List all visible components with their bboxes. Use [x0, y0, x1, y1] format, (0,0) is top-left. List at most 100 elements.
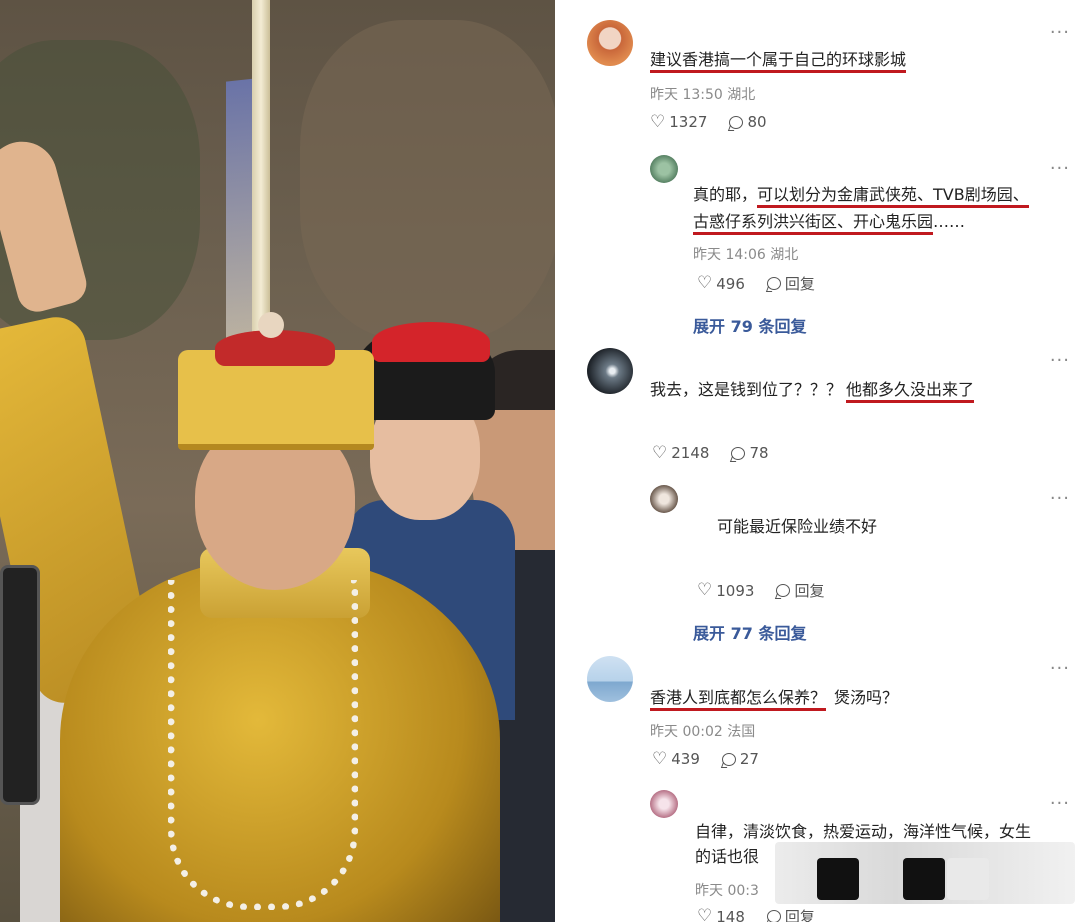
comment-text: 香港人到底都怎么保养？ 煲汤吗？: [650, 684, 898, 712]
avatar[interactable]: [587, 348, 633, 394]
more-icon[interactable]: ···: [1050, 160, 1070, 178]
comment-location: 湖北: [727, 87, 756, 103]
more-icon[interactable]: ···: [1050, 490, 1070, 508]
comment-text-plain: 煲汤吗？: [834, 688, 899, 707]
reply-meta: 昨天 00:3: [695, 880, 759, 900]
like-count: 496: [716, 274, 745, 293]
pearl-beads: [168, 580, 358, 910]
reply-text-line1: 真的耶，可以划分为金庸武侠苑、TVB剧场园、: [693, 181, 1029, 209]
photo-emperor-costume: [0, 0, 555, 922]
expand-count: 79: [730, 317, 753, 336]
reply-label: 回复: [794, 582, 825, 600]
heart-icon: ♡: [697, 580, 713, 600]
reply-text-plain: 真的耶，: [693, 185, 758, 204]
guard-hat-top: [372, 322, 490, 362]
reply-time: 昨天 14:06: [693, 247, 766, 263]
reply-text-underlined: 可以划分为金庸武侠苑、TVB剧场园、: [757, 185, 1029, 208]
censor-block: [947, 858, 989, 900]
comment-bubble-icon: [776, 584, 791, 597]
expand-prefix: 展开: [693, 317, 726, 336]
reply-text-line2: 古惑仔系列洪兴街区、开心鬼乐园……: [693, 208, 965, 236]
reply-text-plain: ……: [933, 212, 966, 231]
comment-stats: ♡ 439 27: [652, 750, 759, 768]
reply-label: 回复: [784, 275, 815, 293]
reply-count: 78: [749, 444, 769, 462]
reply-text-underlined: 古惑仔系列洪兴街区、开心鬼乐园: [693, 212, 934, 235]
comment-text-plain: 我去，这是钱到位了？？？: [650, 380, 843, 399]
reply-count: 80: [747, 113, 767, 131]
heart-icon: ♡: [697, 906, 713, 922]
comment-panel: ··· 建议香港搞一个属于自己的环球影城 昨天 13:50 湖北 ♡ 1327 …: [555, 0, 1080, 922]
comment-location: 法国: [727, 724, 756, 740]
censor-block: [903, 858, 945, 900]
comment-text: 我去，这是钱到位了？？？ 他都多久没出来了: [650, 376, 975, 404]
reply-button[interactable]: 回复: [766, 906, 815, 922]
reply-location: 湖北: [770, 247, 799, 263]
comment-bubble-icon: [729, 115, 744, 129]
comment-text-underlined: 他都多久没出来了: [846, 380, 975, 403]
more-icon[interactable]: ···: [1050, 24, 1070, 42]
like-button[interactable]: ♡ 1327: [650, 113, 707, 131]
more-icon[interactable]: ···: [1050, 660, 1070, 678]
comment-stats: ♡ 1327 80: [650, 113, 767, 131]
expand-prefix: 展开: [693, 624, 726, 643]
like-button[interactable]: ♡ 148: [697, 908, 745, 922]
phone: [0, 565, 40, 805]
like-count: 439: [671, 750, 700, 768]
heart-icon: ♡: [650, 111, 666, 132]
comment-meta: 昨天 00:02 法国: [650, 721, 755, 741]
reply-stats: ♡ 1093 回复: [697, 580, 824, 601]
emperor-hat-knob: [258, 312, 284, 338]
reply-count-button[interactable]: 80: [729, 113, 767, 131]
reply-button[interactable]: 回复: [776, 580, 824, 601]
like-count: 148: [716, 907, 745, 922]
reply-text-line2: 的话也很: [695, 847, 760, 866]
reply-avatar[interactable]: [650, 485, 678, 513]
heart-icon: ♡: [697, 273, 713, 293]
like-button[interactable]: ♡ 2148: [652, 444, 709, 462]
expand-replies-link[interactable]: 展开 79 条回复: [693, 313, 806, 337]
censor-block: [817, 858, 859, 900]
like-count: 1327: [669, 113, 708, 131]
reply-text: 可能最近保险业绩不好: [717, 517, 878, 536]
expand-suffix: 条回复: [758, 624, 807, 643]
more-icon[interactable]: ···: [1050, 352, 1070, 370]
reply-button[interactable]: 回复: [766, 273, 815, 294]
heart-icon: ♡: [652, 442, 668, 463]
reply-stats: ♡ 148 回复: [697, 906, 815, 922]
comment-meta: 昨天 13:50 湖北: [650, 84, 755, 104]
reply-stats: ♡ 496 回复: [697, 273, 815, 294]
reply-label: 回复: [784, 908, 815, 922]
comment-bubble-icon: [731, 446, 746, 460]
expand-suffix: 条回复: [758, 317, 807, 336]
reply-avatar[interactable]: [650, 790, 678, 818]
avatar[interactable]: [587, 20, 633, 66]
reply-count-button[interactable]: 27: [721, 750, 759, 768]
comment-time: 昨天 00:02: [650, 724, 723, 740]
reply-count: 27: [739, 750, 759, 768]
comment-time: 昨天 13:50: [650, 87, 723, 103]
comment-bubble-icon: [766, 910, 781, 922]
comment-text-underlined: 建议香港搞一个属于自己的环球影城: [650, 50, 907, 73]
reply-meta: 昨天 14:06 湖北: [693, 244, 798, 264]
like-button[interactable]: ♡ 439: [652, 750, 700, 768]
rock-wall: [300, 20, 555, 340]
comment-bubble-icon: [766, 277, 781, 290]
expand-count: 77: [730, 624, 753, 643]
like-button[interactable]: ♡ 496: [697, 275, 745, 293]
like-count: 2148: [671, 444, 710, 462]
comment-stats: ♡ 2148 78: [652, 444, 769, 462]
like-count: 1093: [716, 581, 755, 600]
comment-bubble-icon: [721, 752, 736, 766]
heart-icon: ♡: [652, 748, 668, 769]
avatar[interactable]: [587, 656, 633, 702]
comment-text: 建议香港搞一个属于自己的环球影城: [650, 46, 907, 74]
like-button[interactable]: ♡ 1093: [697, 582, 754, 600]
expand-replies-link[interactable]: 展开 77 条回复: [693, 620, 806, 644]
reply-time: 昨天 00:3: [695, 883, 759, 899]
reply-avatar[interactable]: [650, 155, 678, 183]
flagpole: [252, 0, 270, 340]
more-icon[interactable]: ···: [1050, 795, 1070, 813]
reply-count-button[interactable]: 78: [731, 444, 769, 462]
comment-text-underlined: 香港人到底都怎么保养？: [650, 688, 827, 711]
